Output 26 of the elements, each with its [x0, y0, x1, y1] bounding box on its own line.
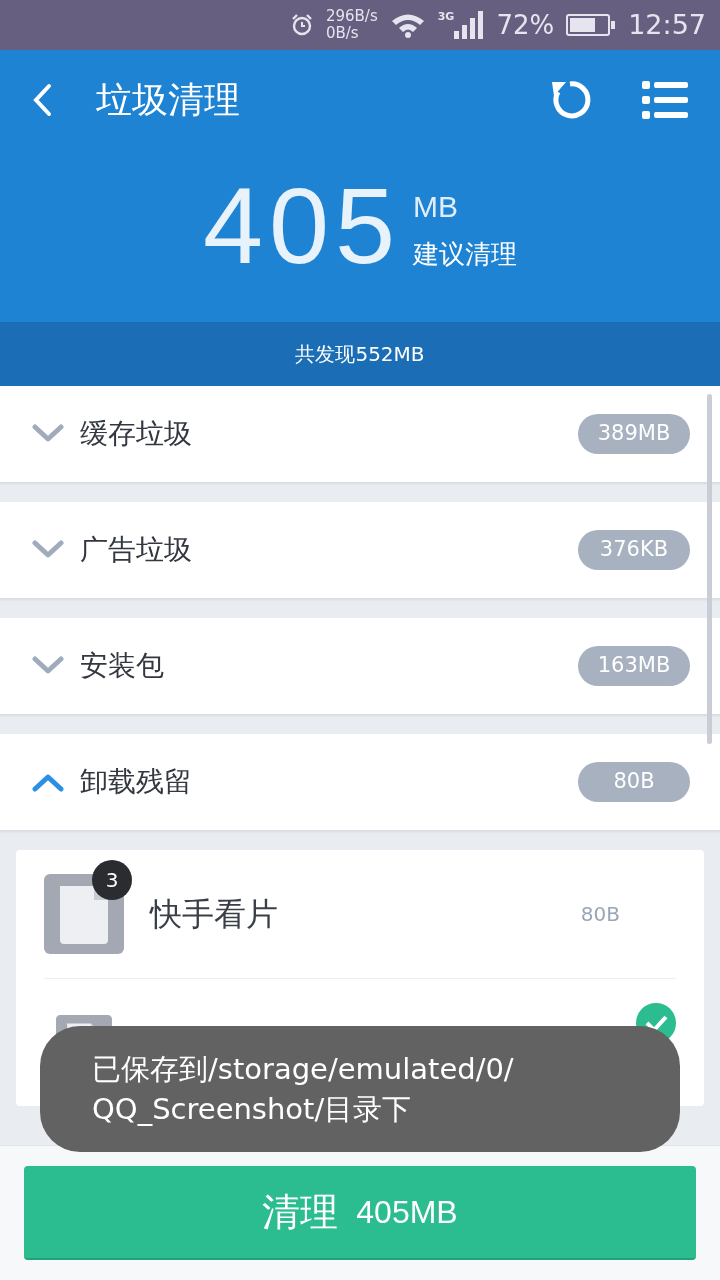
suggestion-label: 建议清理 [413, 238, 518, 271]
category-name: 缓存垃圾 [80, 416, 193, 452]
toast-message: 已保存到/storage/emulated/0/ QQ_Screenshot/目录下 [92, 1051, 514, 1128]
upload-speed: 296B/s [325, 8, 378, 25]
item-name: 快手看片 [150, 895, 278, 933]
category-row[interactable]: 广告垃圾 376KB [0, 502, 720, 598]
category-name: 卸载残留 [80, 764, 193, 800]
size-badge: 389MB [578, 414, 690, 454]
category-name: 广告垃圾 [80, 532, 193, 568]
download-speed: 0B/s [325, 25, 360, 42]
count-badge: 3 [92, 860, 132, 900]
category-row[interactable]: 缓存垃圾 389MB [0, 386, 720, 482]
size-badge: 376KB [578, 530, 690, 570]
network-type: 3G [437, 11, 455, 22]
category-row[interactable]: 卸载残留 80B [0, 734, 720, 830]
amount-unit: MB [413, 189, 459, 225]
clock: 12:57 [628, 7, 706, 42]
size-badge: 80B [578, 762, 690, 802]
item-size: 80B [580, 901, 620, 928]
battery-percent: 72% [496, 8, 555, 42]
category-row[interactable]: 安装包 163MB [0, 618, 720, 714]
page-title: 垃圾清理 [96, 78, 240, 122]
category-name: 安装包 [80, 648, 165, 684]
size-badge: 163MB [578, 646, 690, 686]
total-found: 共发现552MB [295, 341, 425, 368]
junk-amount: 405 [202, 172, 402, 280]
